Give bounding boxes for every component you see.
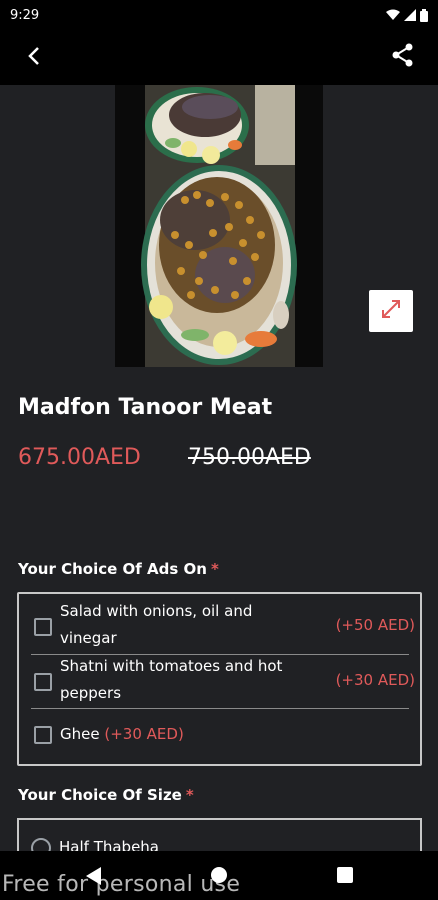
nav-recents-icon[interactable] bbox=[337, 867, 353, 883]
expand-image-button[interactable] bbox=[369, 290, 413, 332]
addon-checkbox[interactable] bbox=[34, 673, 52, 691]
addon-label-line1: Shatni with tomatoes and hot bbox=[60, 657, 283, 675]
status-time: 9:29 bbox=[10, 7, 40, 23]
addon-label-text: Ghee bbox=[60, 725, 100, 743]
arrow-left-icon bbox=[27, 46, 41, 70]
back-button[interactable] bbox=[20, 44, 48, 72]
addon-price: (+30 AED) bbox=[335, 671, 415, 689]
addon-label: Ghee (+30 AED) bbox=[60, 721, 184, 748]
required-mark: * bbox=[185, 786, 194, 804]
addon-checkbox[interactable] bbox=[34, 726, 52, 744]
addon-label-line1: Salad with onions, oil and bbox=[60, 602, 253, 620]
status-icons bbox=[386, 8, 428, 22]
status-bar: 9:29 bbox=[0, 0, 438, 30]
required-mark: * bbox=[210, 560, 219, 578]
addon-option[interactable]: Salad with onions, oil and vinegar (+50 … bbox=[31, 598, 415, 652]
addons-label: Your Choice Of Ads On * bbox=[18, 560, 219, 578]
share-button[interactable] bbox=[388, 42, 418, 72]
addon-label-line2: peppers bbox=[60, 684, 122, 702]
expand-arrows-icon bbox=[380, 298, 402, 324]
original-price: 750.00AED bbox=[188, 445, 311, 470]
addons-options-box: Salad with onions, oil and vinegar (+50 … bbox=[17, 592, 422, 766]
addon-price: (+50 AED) bbox=[335, 616, 415, 634]
watermark: Free for personal use bbox=[2, 872, 241, 897]
current-price: 675.00AED bbox=[18, 445, 141, 470]
divider bbox=[31, 708, 409, 709]
wifi-icon bbox=[386, 9, 400, 21]
addon-checkbox[interactable] bbox=[34, 618, 52, 636]
size-label: Your Choice Of Size * bbox=[18, 786, 194, 804]
app-bar bbox=[0, 30, 438, 85]
addon-option[interactable]: Ghee (+30 AED) bbox=[31, 720, 409, 750]
addon-label-line2: vinegar bbox=[60, 629, 117, 647]
signal-icon bbox=[404, 9, 416, 21]
battery-icon bbox=[420, 8, 428, 22]
share-icon bbox=[392, 43, 414, 71]
addons-label-text: Your Choice Of Ads On bbox=[18, 560, 207, 578]
size-label-text: Your Choice Of Size bbox=[18, 786, 182, 804]
addon-option[interactable]: Shatni with tomatoes and hot peppers (+3… bbox=[31, 653, 415, 707]
product-image[interactable] bbox=[115, 85, 323, 367]
addon-price: (+30 AED) bbox=[104, 725, 184, 743]
product-title: Madfon Tanoor Meat bbox=[18, 395, 273, 420]
